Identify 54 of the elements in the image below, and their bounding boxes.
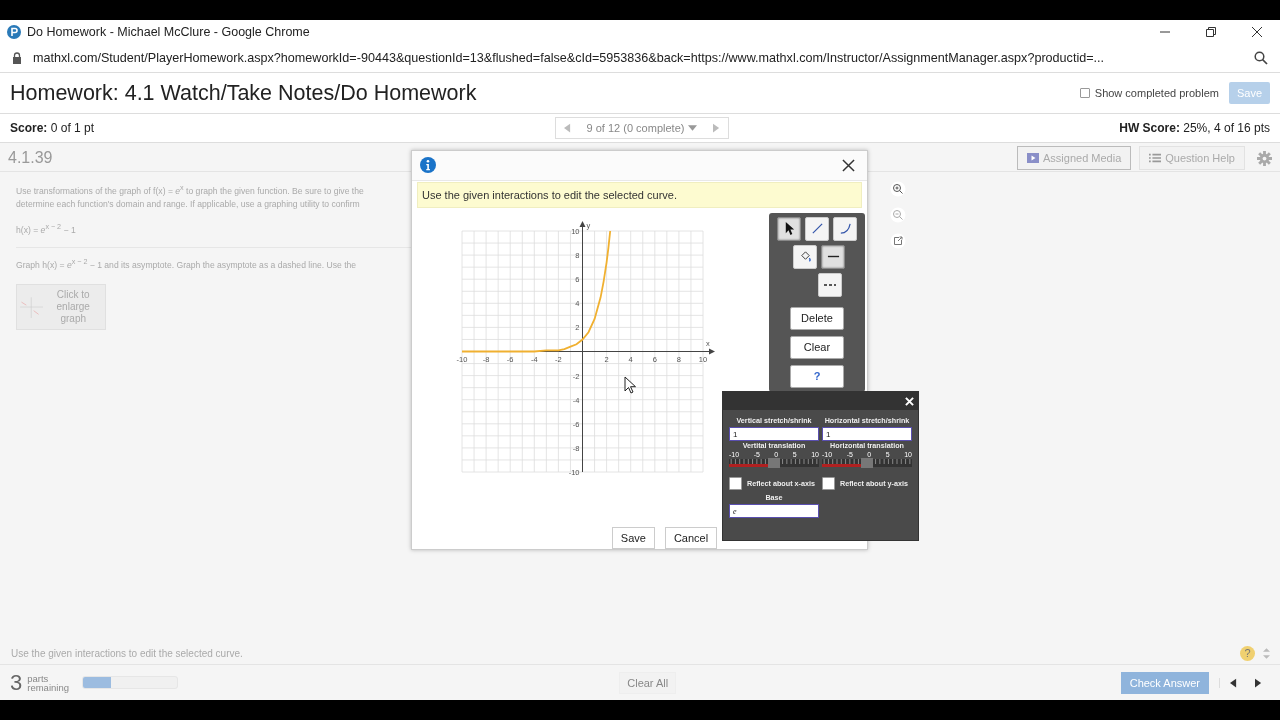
dashed-line-icon — [824, 283, 836, 286]
curve-icon — [838, 222, 852, 236]
reflect-x-checkbox[interactable] — [729, 477, 742, 490]
clear-button[interactable]: Clear — [790, 335, 844, 359]
delete-button[interactable]: Delete — [790, 306, 844, 330]
close-icon[interactable] — [842, 158, 855, 172]
status-message: Use the given interactions to edit the selected curve. — [11, 647, 243, 659]
help-button[interactable]: ? — [790, 364, 844, 388]
solid-tool-button[interactable] — [821, 244, 845, 269]
previous-icon[interactable] — [1230, 677, 1237, 688]
fill-tool-button[interactable] — [793, 244, 817, 269]
info-icon — [420, 157, 436, 174]
site-icon — [7, 25, 21, 39]
vertical-stretch-field[interactable]: 1 — [729, 427, 819, 441]
lock-icon — [12, 52, 22, 64]
score-text: Score: 0 of 1 pt — [10, 121, 95, 135]
prompt-text: Graph h(x) = e$^{x − 2}$ − 1 and its asymptote. Graph the asymptote as a dashed line. Use the — [16, 256, 358, 272]
url-field[interactable]: mathxl.com/Student/PlayerHomework.aspx?homeworkId=-90443&questionId=13&flushed=false&cId=5953836&back=https://www.mathxl.com/Instructor/AssignmentManager.aspx?productid=... — [33, 51, 1105, 65]
next-icon[interactable] — [1255, 677, 1262, 688]
curve-tool-button[interactable] — [833, 216, 857, 241]
show-completed-label: Show completed problem — [1094, 87, 1219, 99]
slider-thumb[interactable] — [861, 458, 873, 468]
hw-score-text: HW Score: 25%, 4 of 16 pts — [1119, 121, 1270, 135]
instruction-text: determine each function's domain and range. If applicable, use a graphing utility to confirm — [16, 197, 361, 211]
line-tool-icon — [810, 222, 824, 236]
search-icon[interactable] — [1254, 51, 1268, 65]
question-dropdown[interactable]: 9 of 12 (0 complete) — [586, 122, 698, 134]
external-link-icon[interactable] — [890, 233, 906, 249]
base-field[interactable]: e — [729, 504, 819, 518]
parts-count: 3 — [10, 669, 23, 696]
reflect-y-checkbox[interactable] — [822, 477, 835, 490]
close-icon[interactable] — [1252, 27, 1262, 37]
question-number: 4.1.39 — [8, 149, 53, 167]
restore-icon[interactable] — [1206, 27, 1216, 37]
cancel-button[interactable]: Cancel — [664, 527, 718, 549]
horizontal-stretch-field[interactable]: 1 — [822, 427, 912, 441]
instruction-banner: Use the given interactions to edit the selected curve. — [417, 181, 862, 208]
save-button[interactable]: Save — [611, 527, 655, 549]
page-title: Homework: 4.1 Watch/Take Notes/Do Homework — [10, 80, 477, 106]
parts-label: parts remaining — [27, 673, 70, 692]
window-title: Do Homework - Michael McClure - Google Chrome — [27, 25, 310, 39]
slider-thumb[interactable] — [768, 458, 780, 468]
bucket-icon — [798, 250, 812, 264]
video-icon — [1027, 153, 1039, 163]
line-tool-button[interactable] — [805, 216, 829, 241]
zoom-in-icon[interactable] — [890, 181, 906, 197]
clear-all-button[interactable]: Clear All — [619, 671, 677, 694]
show-completed-checkbox[interactable] — [1079, 88, 1090, 98]
cursor-icon — [624, 376, 636, 394]
help-button[interactable]: ? — [1240, 645, 1255, 661]
dashed-tool-button[interactable] — [818, 272, 842, 297]
pointer-tool-button[interactable] — [777, 216, 801, 241]
list-icon — [1149, 153, 1162, 163]
caret-icon — [688, 125, 698, 131]
